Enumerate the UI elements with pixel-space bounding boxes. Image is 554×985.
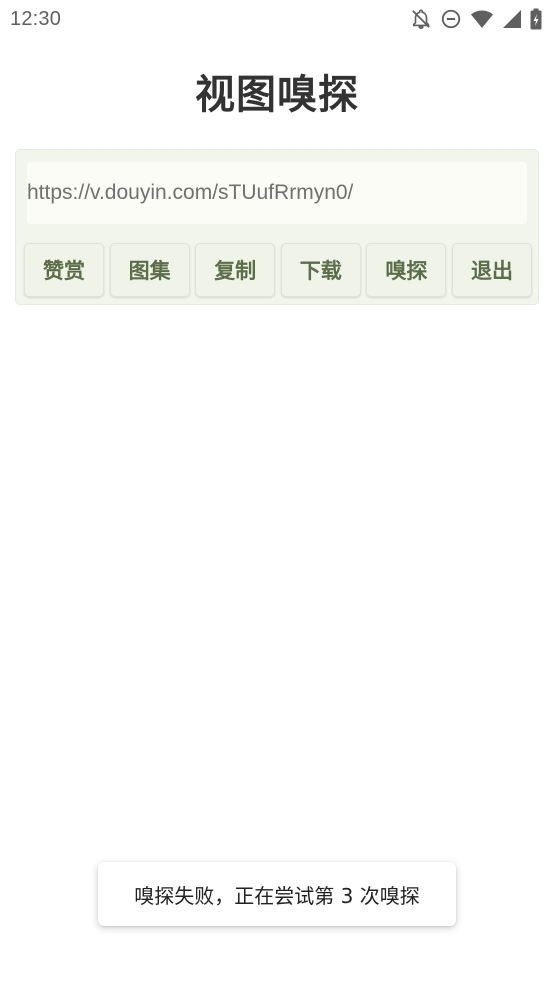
notifications-off-icon	[410, 8, 432, 30]
url-input[interactable]	[27, 162, 527, 224]
reward-button[interactable]: 赞赏	[24, 243, 104, 297]
toast-message: 嗅探失败，正在尝试第 3 次嗅探	[98, 862, 456, 926]
wifi-icon	[470, 8, 494, 30]
exit-button[interactable]: 退出	[451, 243, 532, 297]
action-button-row: 赞赏 图集 复制 下载 嗅探 退出	[24, 243, 532, 297]
page-title: 视图嗅探	[195, 72, 359, 118]
status-time: 12:30	[10, 7, 62, 30]
sniff-button[interactable]: 嗅探	[366, 243, 447, 297]
status-bar: 12:30	[0, 0, 554, 38]
do-not-disturb-icon	[440, 8, 462, 30]
sniff-panel: 赞赏 图集 复制 下载 嗅探 退出	[15, 149, 539, 305]
download-button[interactable]: 下载	[280, 243, 361, 297]
copy-button[interactable]: 复制	[195, 243, 276, 297]
gallery-button[interactable]: 图集	[109, 243, 190, 297]
status-icons	[410, 8, 542, 30]
battery-charging-icon	[530, 8, 542, 30]
cellular-signal-icon	[502, 8, 522, 30]
app-screen: 12:30 视图嗅探 https://v.douyin.com/sTUufRrm…	[0, 0, 554, 985]
